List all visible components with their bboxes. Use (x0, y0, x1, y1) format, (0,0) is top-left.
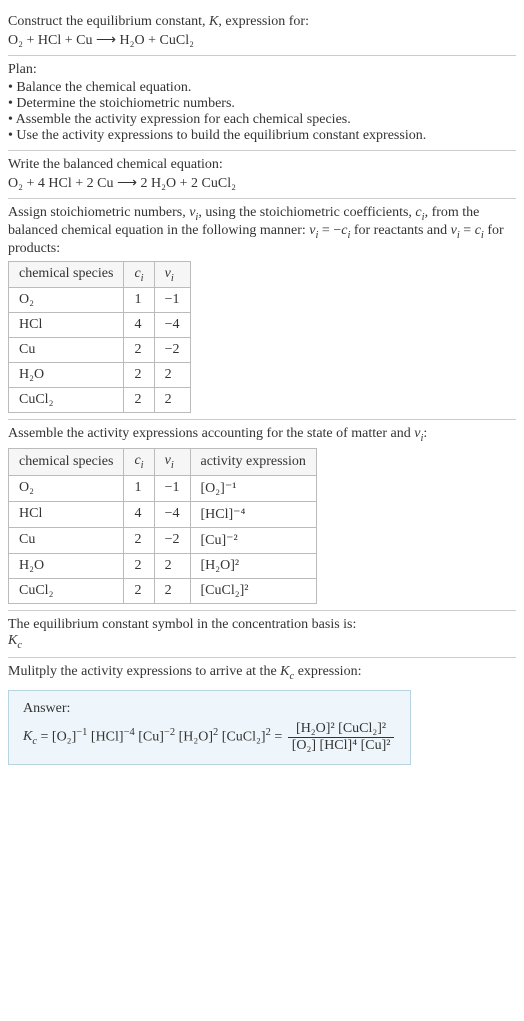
col-vi: νi (154, 449, 190, 476)
symbol-line: The equilibrium constant symbol in the c… (8, 617, 516, 633)
table-row: HCl4−4[HCl]⁻⁴ (9, 501, 317, 527)
plan-item: • Assemble the activity expression for e… (8, 112, 516, 128)
activity-table: chemical species ci νi activity expressi… (8, 448, 317, 604)
table-row: Cu2−2 (9, 338, 191, 363)
assign-text: Assign stoichiometric numbers, νi, using… (8, 205, 516, 257)
table-row: Cu2−2[Cu]⁻² (9, 527, 317, 553)
table-row: O₂1−1 (9, 288, 191, 313)
assign-section: Assign stoichiometric numbers, νi, using… (8, 199, 516, 420)
intro-equation: O₂ + HCl + Cu ⟶ H₂O + CuCl₂ (8, 32, 516, 49)
col-ci: ci (124, 449, 154, 476)
balanced-section: Write the balanced chemical equation: O₂… (8, 151, 516, 199)
answer-denominator: [O₂] [HCl]⁴ [Cu]² (288, 738, 395, 754)
table-row: CuCl₂22 (9, 388, 191, 413)
table-row: HCl4−4 (9, 313, 191, 338)
table-row: O₂1−1[O₂]⁻¹ (9, 475, 317, 501)
assemble-section: Assemble the activity expressions accoun… (8, 420, 516, 611)
plan-item: • Use the activity expressions to build … (8, 128, 516, 144)
intro-line: Construct the equilibrium constant, K, e… (8, 14, 516, 30)
plan-section: Plan: • Balance the chemical equation. •… (8, 56, 516, 151)
balanced-title: Write the balanced chemical equation: (8, 157, 516, 173)
plan-item: • Determine the stoichiometric numbers. (8, 96, 516, 112)
plan-title: Plan: (8, 62, 516, 78)
table-header-row: chemical species ci νi activity expressi… (9, 449, 317, 476)
table-row: H₂O22 (9, 363, 191, 388)
intro-section: Construct the equilibrium constant, K, e… (8, 8, 516, 56)
table-header-row: chemical species ci νi (9, 261, 191, 288)
stoich-table: chemical species ci νi O₂1−1 HCl4−4 Cu2−… (8, 261, 191, 414)
answer-numerator: [H₂O]² [CuCl₂]² (288, 721, 395, 738)
balanced-equation: O₂ + 4 HCl + 2 Cu ⟶ 2 H₂O + 2 CuCl₂ (8, 175, 516, 192)
col-species: chemical species (9, 261, 124, 288)
multiply-title: Mulitply the activity expressions to arr… (8, 664, 516, 682)
answer-expression: Kc = [O₂]−1 [HCl]−4 [Cu]−2 [H₂O]2 [CuCl₂… (23, 721, 396, 754)
col-vi: νi (154, 261, 190, 288)
assemble-title: Assemble the activity expressions accoun… (8, 426, 516, 444)
answer-label: Answer: (23, 701, 396, 717)
col-ci: ci (124, 261, 154, 288)
answer-box: Answer: Kc = [O₂]−1 [HCl]−4 [Cu]−2 [H₂O]… (8, 690, 411, 765)
symbol-section: The equilibrium constant symbol in the c… (8, 611, 516, 658)
col-activity: activity expression (190, 449, 316, 476)
plan-item: • Balance the chemical equation. (8, 80, 516, 96)
multiply-section: Mulitply the activity expressions to arr… (8, 658, 516, 771)
table-row: H₂O22[H₂O]² (9, 553, 317, 578)
col-species: chemical species (9, 449, 124, 476)
table-row: CuCl₂22[CuCl₂]² (9, 578, 317, 603)
kc-symbol: Kc (8, 633, 516, 651)
